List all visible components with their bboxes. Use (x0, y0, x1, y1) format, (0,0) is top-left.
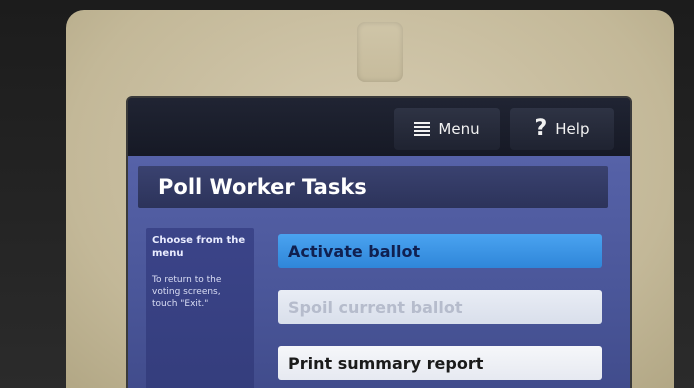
question-mark-icon: ? (534, 116, 548, 141)
activate-ballot-button[interactable]: Activate ballot (278, 234, 602, 268)
bezel-notch (357, 22, 403, 82)
instructions-heading: Choose from the menu (152, 235, 246, 259)
menu-button[interactable]: Menu (394, 108, 500, 150)
activate-ballot-label: Activate ballot (288, 241, 421, 261)
touch-screen: Menu ? Help Poll Worker Tasks Choose fro… (128, 98, 630, 388)
hamburger-icon (414, 122, 431, 136)
help-button[interactable]: ? Help (510, 108, 614, 150)
print-summary-report-label: Print summary report (288, 353, 484, 373)
page-title: Poll Worker Tasks (158, 175, 367, 199)
instructions-panel: Choose from the menu To return to the vo… (146, 228, 254, 388)
top-bar: Menu ? Help (128, 98, 630, 156)
title-bar: Poll Worker Tasks (138, 166, 608, 208)
instructions-note: To return to the voting screens, touch "… (152, 275, 222, 309)
help-button-label: Help (555, 120, 590, 138)
spoil-current-ballot-label: Spoil current ballot (288, 297, 463, 317)
main-content: Poll Worker Tasks Choose from the menu T… (128, 156, 630, 388)
spoil-current-ballot-button[interactable]: Spoil current ballot (278, 290, 602, 324)
print-summary-report-button[interactable]: Print summary report (278, 346, 602, 380)
menu-button-label: Menu (438, 120, 480, 138)
